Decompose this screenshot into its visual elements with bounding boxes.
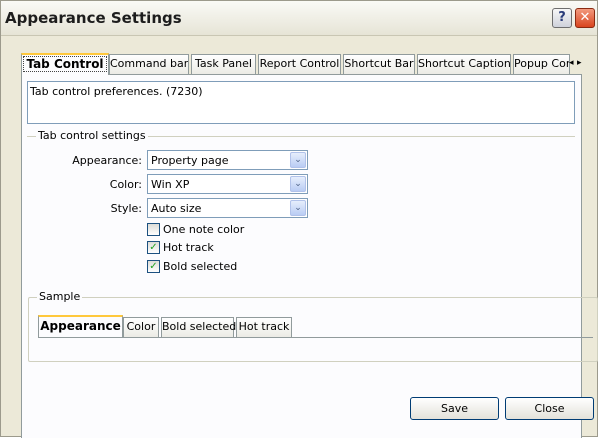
appearance-value: Property page <box>151 154 229 167</box>
sample-tab-color[interactable]: Color <box>123 317 159 337</box>
color-label: Color: <box>109 178 142 191</box>
tab-task-panel[interactable]: Task Panel <box>191 54 256 74</box>
tab-shortcut-bar[interactable]: Shortcut Bar <box>343 54 415 74</box>
tab-scroll-right-icon[interactable]: ▸ <box>577 56 582 70</box>
description-box: Tab control preferences. (7230) <box>27 81 575 124</box>
check-icon[interactable]: ✓ <box>147 241 160 254</box>
chevron-down-icon[interactable]: ⌄ <box>290 200 306 216</box>
chevron-down-icon[interactable]: ⌄ <box>290 152 306 168</box>
main-tab-strip: Tab Control Command bars Task Panel Repo… <box>21 53 582 75</box>
color-dropdown[interactable]: Win XP ⌄ <box>147 174 308 194</box>
style-dropdown[interactable]: Auto size ⌄ <box>147 198 308 218</box>
tab-popup-control[interactable]: Popup Cor <box>513 54 570 74</box>
sample-tab-body <box>38 337 593 348</box>
appearance-dropdown[interactable]: Property page ⌄ <box>147 150 308 170</box>
window-title: Appearance Settings <box>5 9 182 27</box>
settings-group-title: Tab control settings <box>36 129 148 142</box>
save-button[interactable]: Save <box>410 397 499 420</box>
title-bar: Appearance Settings ? ✕ <box>1 1 597 36</box>
sample-tab-hot-track[interactable]: Hot track <box>236 317 292 337</box>
tab-control-panel: Tab control preferences. (7230) Tab cont… <box>21 74 598 438</box>
sample-tab-bold-selected[interactable]: Bold selected <box>161 317 236 337</box>
help-button[interactable]: ? <box>552 8 572 28</box>
tab-report-control[interactable]: Report Control <box>258 54 341 74</box>
style-label: Style: <box>110 202 142 215</box>
tab-tab-control[interactable]: Tab Control <box>21 53 109 75</box>
tab-scroll-left-icon[interactable]: ◂ <box>569 56 574 70</box>
appearance-label: Appearance: <box>72 154 142 167</box>
tab-command-bars[interactable]: Command bars <box>109 54 189 74</box>
checkbox-box[interactable] <box>147 223 160 236</box>
checkbox-label: One note color <box>163 223 245 236</box>
color-value: Win XP <box>151 178 190 191</box>
chevron-down-icon[interactable]: ⌄ <box>290 176 306 192</box>
tab-label: Tab Control <box>23 56 107 72</box>
checkbox-label: Hot track <box>163 241 214 254</box>
checkbox-label: Bold selected <box>163 260 238 273</box>
sample-tab-appearance[interactable]: Appearance <box>38 315 123 337</box>
close-window-button[interactable]: ✕ <box>575 8 595 28</box>
appearance-settings-window: Appearance Settings ? ✕ Tab Control Comm… <box>0 0 598 438</box>
tab-shortcut-caption[interactable]: Shortcut Caption <box>417 54 511 74</box>
sample-group: Sample Appearance Color Bold selected Ho… <box>28 290 598 362</box>
style-value: Auto size <box>151 202 202 215</box>
close-button[interactable]: Close <box>505 397 594 420</box>
check-icon[interactable]: ✓ <box>147 260 160 273</box>
sample-group-title: Sample <box>37 290 83 303</box>
